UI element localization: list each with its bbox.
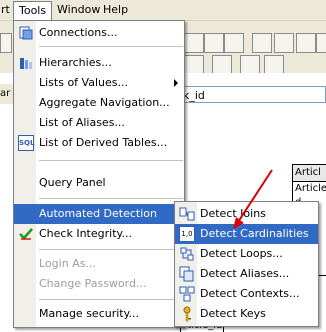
table-header: Articl	[293, 165, 326, 182]
check-integrity-icon	[18, 226, 34, 242]
menu-tools[interactable]: Tools	[13, 1, 53, 21]
menu-item-label: Change Password...	[39, 277, 147, 290]
menu-bar: rt Tools Window Help	[0, 0, 326, 21]
menu-item-list-of-aliases[interactable]: List of Aliases...	[14, 113, 184, 133]
menu-item-label: Lists of Values...	[39, 76, 128, 89]
table-row: Article_	[295, 183, 326, 194]
toolbar-button[interactable]	[316, 33, 326, 53]
hierarchies-icon	[18, 55, 34, 71]
sql-icon-text: SQL	[19, 139, 35, 147]
connections-icon	[18, 25, 34, 41]
menu-item-label: Manage security...	[39, 307, 140, 320]
automated-detection-submenu: Detect Joins 1,0 Detect Cardinalities De…	[174, 201, 319, 327]
menu-separator	[39, 299, 183, 300]
toolbar-button[interactable]	[274, 33, 294, 53]
menu-item-aggregate-navigation[interactable]: Aggregate Navigation...	[14, 93, 184, 113]
toolbar-button[interactable]	[296, 33, 316, 53]
sql-icon: SQL	[18, 135, 34, 151]
detect-cardinalities-icon: 1,0	[179, 226, 195, 242]
toolbar-button[interactable]	[240, 55, 260, 75]
menu-item-label: Automated Detection	[39, 207, 157, 220]
background-tab-fragment: ar	[0, 84, 14, 104]
menu-item-hierarchies[interactable]: Hierarchies...	[14, 53, 184, 73]
menu-help[interactable]: Help	[98, 0, 133, 20]
toolbar-button[interactable]	[264, 55, 284, 75]
menu-item-change-password: Change Password...	[14, 274, 184, 294]
toolbar-button[interactable]	[252, 33, 272, 53]
menu-item-label: Detect Loops...	[200, 247, 283, 260]
menu-item-check-integrity[interactable]: Check Integrity...	[14, 224, 184, 244]
toolbar-button[interactable]	[224, 33, 244, 53]
menu-item-label: Detect Cardinalities	[200, 227, 309, 240]
menu-item-label: Login As...	[39, 257, 96, 270]
menu-item-connections[interactable]: Connections...	[14, 23, 184, 43]
menu-item-label: Detect Joins	[200, 207, 266, 220]
menu-item-label: Query Panel	[39, 176, 106, 189]
menu-item-detect-keys[interactable]: Detect Keys	[175, 304, 318, 324]
background-field[interactable]: k_id	[180, 86, 326, 103]
menu-item-list-of-derived-tables[interactable]: SQL List of Derived Tables...	[14, 133, 184, 153]
menu-item-label: List of Aliases...	[39, 116, 125, 129]
menu-item-detect-loops[interactable]: Detect Loops...	[175, 244, 318, 264]
menu-item-label: List of Derived Tables...	[39, 136, 168, 149]
menu-item-automated-detection[interactable]: Automated Detection	[14, 204, 184, 224]
menu-separator	[39, 249, 183, 250]
tools-menu: Connections... Hierarchies... Lists of V…	[13, 20, 185, 328]
menu-separator	[39, 160, 183, 161]
menu-item-label: Aggregate Navigation...	[39, 96, 170, 109]
detect-contexts-icon	[179, 286, 195, 302]
toolbar-button[interactable]	[184, 33, 204, 53]
cardinality-icon-text: 1,0	[181, 230, 193, 238]
detect-keys-icon	[179, 306, 195, 322]
toolbar-button[interactable]	[184, 55, 204, 75]
menu-item-label: Detect Contexts...	[200, 287, 300, 300]
menu-item-detect-contexts[interactable]: Detect Contexts...	[175, 284, 318, 304]
detect-joins-icon	[179, 206, 195, 222]
menu-item-label: Connections...	[39, 26, 118, 39]
menu-item-label: Detect Aliases...	[200, 267, 290, 280]
menu-item-manage-security[interactable]: Manage security...	[14, 304, 184, 324]
submenu-arrow-icon	[174, 79, 178, 87]
menu-item-query-panel[interactable]: Query Panel	[14, 173, 184, 193]
toolbar-button[interactable]	[0, 33, 12, 53]
menu-item-label: Detect Keys	[200, 307, 266, 320]
menu-separator	[39, 198, 183, 199]
detect-loops-icon	[179, 246, 195, 262]
menu-separator	[39, 46, 183, 47]
toolbar-button[interactable]	[204, 33, 224, 53]
menu-item-label: Check Integrity...	[39, 227, 132, 240]
menu-item-detect-aliases[interactable]: Detect Aliases...	[175, 264, 318, 284]
menu-item-login-as: Login As...	[14, 254, 184, 274]
menu-item-detect-cardinalities[interactable]: 1,0 Detect Cardinalities	[175, 224, 318, 244]
toolbar-button[interactable]	[212, 55, 232, 75]
menu-item-label: Hierarchies...	[39, 56, 112, 69]
detect-aliases-icon	[179, 266, 195, 282]
menu-item-lists-of-values[interactable]: Lists of Values...	[14, 73, 184, 93]
menu-item-detect-joins[interactable]: Detect Joins	[175, 204, 318, 224]
